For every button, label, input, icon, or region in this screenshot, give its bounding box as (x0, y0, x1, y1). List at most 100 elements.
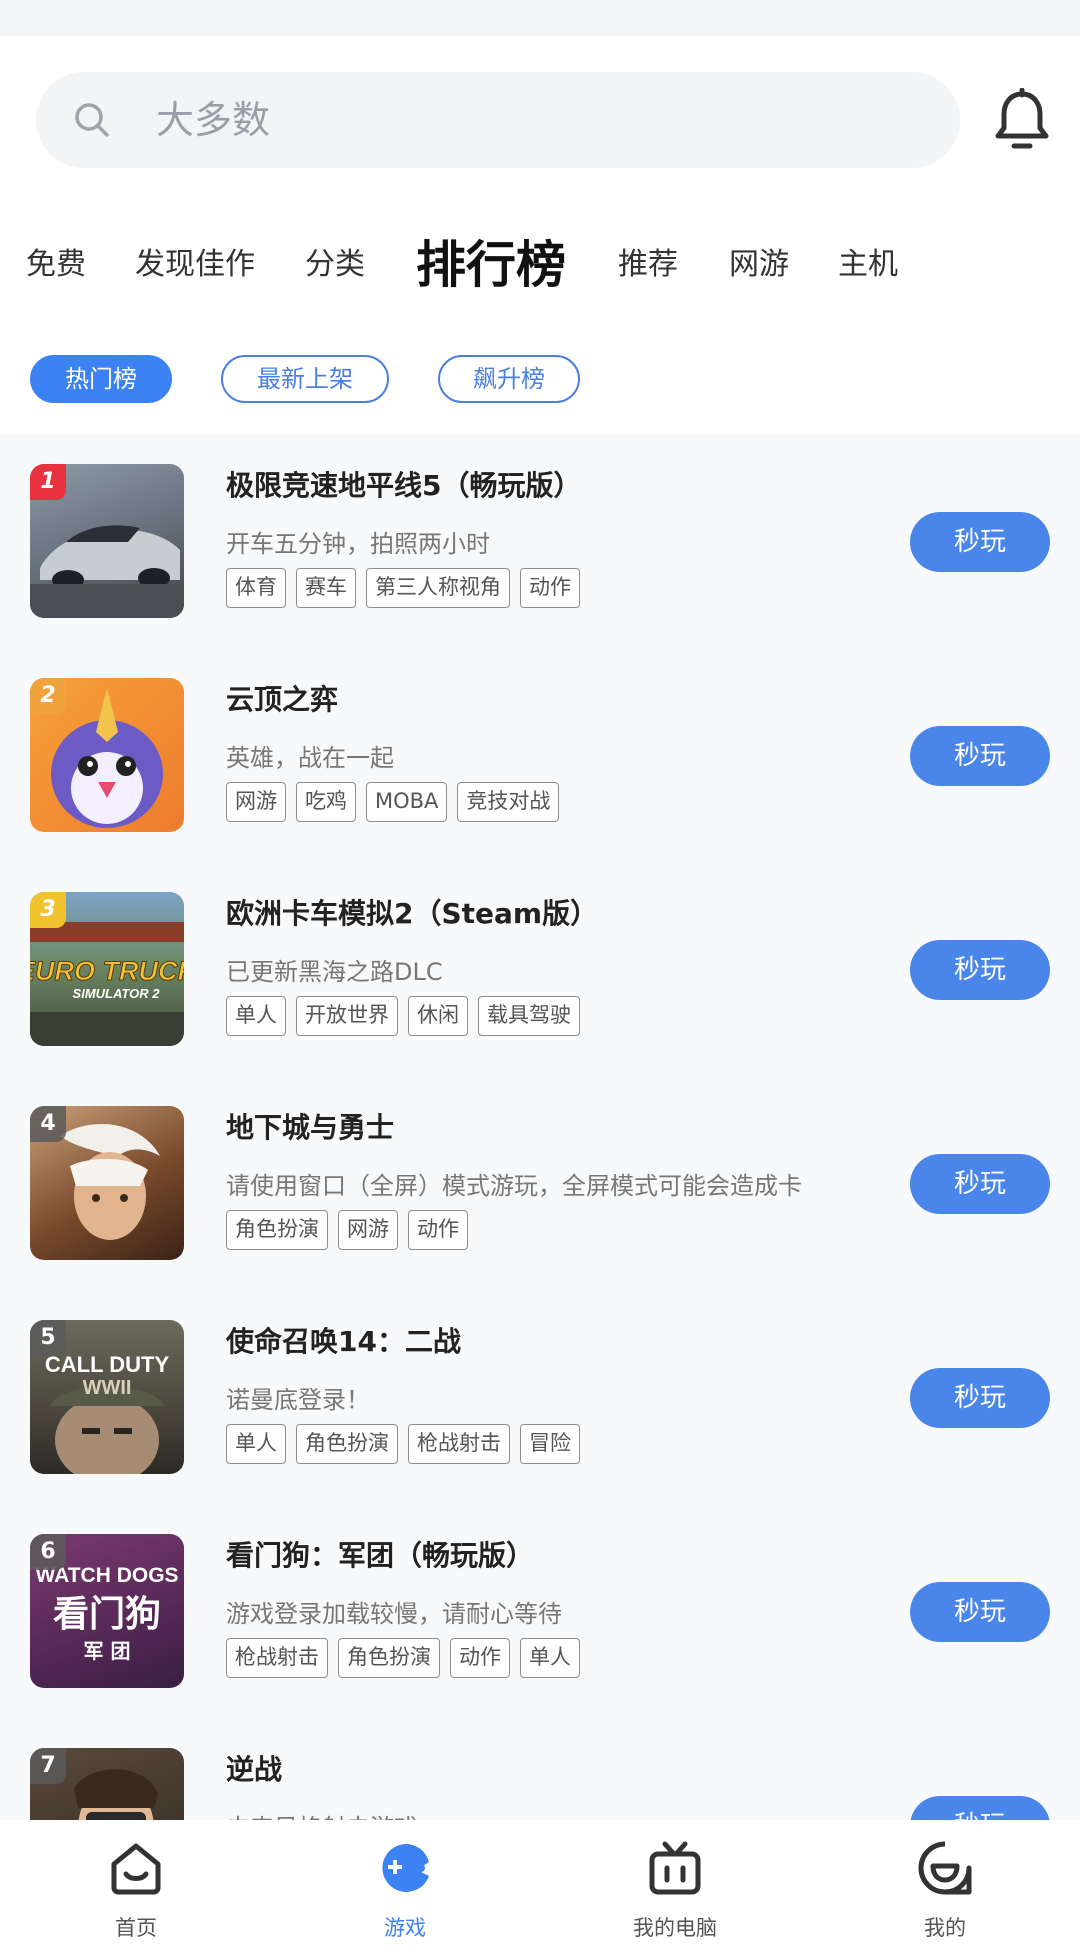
rank-badge: 1 (30, 464, 66, 500)
tag-list: 单人 开放世界 休闲 载具驾驶 (226, 996, 580, 1036)
game-cover: 2 (30, 678, 184, 832)
tab-category[interactable]: 分类 (305, 220, 365, 310)
nav-home[interactable]: 首页 (36, 1820, 236, 1960)
tag-list: 单人 角色扮演 枪战射击 冒险 (226, 1424, 580, 1464)
rank-badge: 7 (30, 1748, 66, 1784)
rank-badge: 4 (30, 1106, 66, 1142)
play-button[interactable]: 秒玩 (910, 1154, 1050, 1214)
game-subtitle: 开车五分钟，拍照两小时 (226, 530, 490, 558)
tab-ranking[interactable]: 排行榜 (416, 220, 566, 310)
game-subtitle: 请使用窗口（全屏）模式游玩，全屏模式可能会造成卡 (226, 1172, 802, 1200)
list-item[interactable]: 1 极限竞速地平线5（畅玩版） 开车五分钟，拍照两小时 体育 赛车 第三人称视角… (0, 434, 1080, 648)
nav-label: 我的电脑 (633, 1916, 717, 1940)
tag: 动作 (520, 568, 580, 608)
tab-free[interactable]: 免费 (26, 220, 86, 310)
cover-text: 看门狗 (53, 1594, 161, 1635)
nav-my-computer[interactable]: 我的电脑 (575, 1820, 775, 1960)
tab-online[interactable]: 网游 (729, 220, 789, 310)
tag: 竞技对战 (457, 782, 560, 822)
category-tabs: 免费 发现佳作 分类 排行榜 推荐 网游 主机 (0, 220, 1080, 310)
chip-hot[interactable]: 热门榜 (30, 355, 172, 403)
status-strip (0, 0, 1080, 36)
play-button[interactable]: 秒玩 (910, 1582, 1050, 1642)
tv-icon (649, 1841, 701, 1895)
bell-icon[interactable] (994, 88, 1050, 152)
tab-console[interactable]: 主机 (838, 220, 898, 310)
game-cover: 7 (30, 1748, 184, 1820)
nav-label: 游戏 (384, 1916, 426, 1940)
tag-list: 枪战射击 角色扮演 动作 单人 (226, 1638, 580, 1678)
play-button[interactable]: 秒玩 (910, 1796, 1050, 1820)
cover-text: CALL DUTY (45, 1352, 170, 1377)
tag: 网游 (338, 1210, 398, 1250)
play-button[interactable]: 秒玩 (910, 1368, 1050, 1428)
search-input[interactable]: 大多数 (36, 72, 960, 168)
list-item[interactable]: 2 云顶之弈 英雄，战在一起 网游 吃鸡 MOBA 竞技对战 秒玩 (0, 648, 1080, 862)
cover-text: EURO TRUCK (30, 956, 184, 986)
nav-label: 首页 (115, 1916, 157, 1940)
cover-text: 军 团 (84, 1639, 131, 1663)
tag: 动作 (450, 1638, 510, 1678)
cover-text: SIMULATOR 2 (73, 986, 161, 1001)
tag: 体育 (226, 568, 286, 608)
list-item[interactable]: CALL DUTY WWII 5 使命召唤14：二战 诺曼底登录！ 单人 角色扮… (0, 1290, 1080, 1504)
game-cover: 1 (30, 464, 184, 618)
tag: 开放世界 (296, 996, 398, 1036)
tag: 角色扮演 (338, 1638, 440, 1678)
game-cover: CALL DUTY WWII 5 (30, 1320, 184, 1474)
game-list: 1 极限竞速地平线5（畅玩版） 开车五分钟，拍照两小时 体育 赛车 第三人称视角… (0, 434, 1080, 1820)
tag-list: 角色扮演 网游 动作 (226, 1210, 468, 1250)
play-button[interactable]: 秒玩 (910, 940, 1050, 1000)
play-button[interactable]: 秒玩 (910, 512, 1050, 572)
rank-badge: 5 (30, 1320, 66, 1356)
tag: 载具驾驶 (478, 996, 580, 1036)
game-cover: 4 (30, 1106, 184, 1260)
tab-discover[interactable]: 发现佳作 (135, 220, 255, 310)
game-title: 云顶之弈 (226, 683, 339, 716)
tag: 网游 (226, 782, 286, 822)
nav-profile[interactable]: 我的 (845, 1820, 1045, 1960)
tag: 单人 (226, 1424, 286, 1464)
list-item[interactable]: EURO TRUCK SIMULATOR 2 3 欧洲卡车模拟2（Steam版）… (0, 862, 1080, 1076)
game-subtitle: 英雄，战在一起 (226, 744, 394, 772)
tag-list: 体育 赛车 第三人称视角 动作 (226, 568, 580, 608)
game-subtitle: 诺曼底登录！ (226, 1386, 370, 1414)
tag: 吃鸡 (296, 782, 356, 822)
list-item[interactable]: 4 地下城与勇士 请使用窗口（全屏）模式游玩，全屏模式可能会造成卡 角色扮演 网… (0, 1076, 1080, 1290)
game-subtitle: 已更新黑海之路DLC (226, 958, 443, 986)
tag: 休闲 (408, 996, 468, 1036)
tab-recommend[interactable]: 推荐 (618, 220, 678, 310)
game-title: 极限竞速地平线5（畅玩版） (226, 469, 582, 502)
game-title: 欧洲卡车模拟2（Steam版） (226, 897, 599, 930)
game-title: 逆战 (226, 1753, 283, 1786)
cover-text: WWII (83, 1377, 132, 1399)
tag: 角色扮演 (296, 1424, 398, 1464)
tag: 赛车 (296, 568, 356, 608)
chip-rising[interactable]: 飙升榜 (438, 355, 580, 403)
nav-label: 我的 (924, 1916, 966, 1940)
tag: 枪战射击 (226, 1638, 328, 1678)
tag: 单人 (520, 1638, 580, 1678)
tag: 枪战射击 (408, 1424, 510, 1464)
list-item[interactable]: WATCH DOGS 看门狗 军 团 6 看门狗：军团（畅玩版） 游戏登录加载较… (0, 1504, 1080, 1718)
rank-badge: 6 (30, 1534, 66, 1570)
profile-icon (918, 1841, 972, 1895)
tag: 单人 (226, 996, 286, 1036)
game-subtitle: 未来风格射击游戏 (226, 1808, 418, 1820)
game-title: 地下城与勇士 (226, 1111, 395, 1144)
tag: 第三人称视角 (366, 568, 510, 608)
list-item[interactable]: 7 逆战 未来风格射击游戏 秒玩 (0, 1718, 1080, 1820)
bottom-nav: 首页 游戏 我的电脑 我的 (0, 1820, 1080, 1960)
game-icon (382, 1843, 429, 1892)
tag: 冒险 (520, 1424, 580, 1464)
play-button[interactable]: 秒玩 (910, 726, 1050, 786)
ranking-filter: 热门榜 最新上架 飙升榜 (0, 355, 1080, 405)
tag: MOBA (366, 782, 448, 822)
game-title: 看门狗：军团（畅玩版） (226, 1539, 535, 1572)
search-header: 大多数 (0, 36, 1080, 196)
tag: 动作 (408, 1210, 468, 1250)
game-cover: EURO TRUCK SIMULATOR 2 3 (30, 892, 184, 1046)
chip-new[interactable]: 最新上架 (221, 355, 389, 403)
game-cover: WATCH DOGS 看门狗 军 团 6 (30, 1534, 184, 1688)
nav-games[interactable]: 游戏 (305, 1820, 505, 1960)
